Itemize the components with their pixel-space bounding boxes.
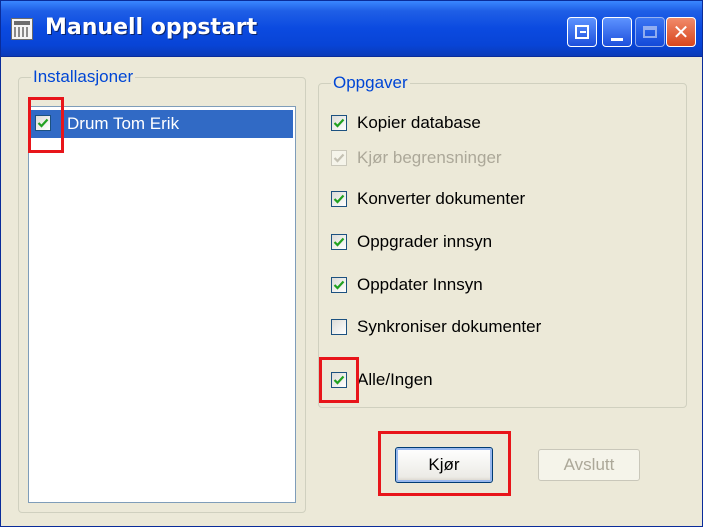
highlight-alle-ingen-checkbox <box>319 357 359 403</box>
list-item[interactable]: Drum Tom Erik <box>31 110 293 138</box>
kjor-begrensninger-checkbox <box>331 150 347 166</box>
kopier-database-label: Kopier database <box>357 113 481 132</box>
alle-ingen-label: Alle/Ingen <box>357 370 433 389</box>
task-oppgrader-innsyn[interactable]: Oppgrader innsyn <box>331 230 631 254</box>
minimize-icon <box>611 37 623 41</box>
help-button[interactable] <box>567 17 597 47</box>
konverter-dokumenter-label: Konverter dokumenter <box>357 189 526 208</box>
title-bar[interactable]: Manuell oppstart ✕ <box>1 1 702 57</box>
installations-listbox[interactable]: Drum Tom Erik <box>28 106 296 503</box>
installation-label: Drum Tom Erik <box>67 114 180 133</box>
maximize-icon <box>643 26 657 38</box>
window-title: Manuell oppstart <box>45 15 258 40</box>
oppdater-innsyn-label: Oppdater Innsyn <box>357 275 483 294</box>
kopier-database-checkbox[interactable] <box>331 115 347 131</box>
highlight-run-button <box>378 431 511 496</box>
checkmark-icon <box>333 194 345 204</box>
exit-button: Avslutt <box>538 449 640 481</box>
tasks-legend: Oppgaver <box>331 73 410 93</box>
task-oppdater-innsyn[interactable]: Oppdater Innsyn <box>331 273 631 297</box>
synkroniser-dokumenter-label: Synkroniser dokumenter <box>357 317 542 336</box>
task-kopier-database[interactable]: Kopier database <box>331 111 631 135</box>
synkroniser-dokumenter-checkbox[interactable] <box>331 319 347 335</box>
checkmark-icon <box>333 118 345 128</box>
close-icon: ✕ <box>672 20 690 44</box>
close-button[interactable]: ✕ <box>666 17 696 47</box>
help-icon <box>575 25 589 39</box>
konverter-dokumenter-checkbox[interactable] <box>331 191 347 207</box>
minimize-button[interactable] <box>602 17 632 47</box>
checkmark-icon <box>333 153 345 163</box>
oppgrader-innsyn-checkbox[interactable] <box>331 234 347 250</box>
maximize-button <box>635 17 665 47</box>
task-alle-ingen[interactable]: Alle/Ingen <box>331 368 631 392</box>
oppgrader-innsyn-label: Oppgrader innsyn <box>357 232 493 251</box>
task-synkroniser-dokumenter[interactable]: Synkroniser dokumenter <box>331 315 631 339</box>
app-icon <box>11 18 33 40</box>
task-konverter-dokumenter[interactable]: Konverter dokumenter <box>331 187 631 211</box>
checkmark-icon <box>333 237 345 247</box>
installations-legend: Installasjoner <box>31 67 136 87</box>
checkmark-icon <box>333 280 345 290</box>
oppdater-innsyn-checkbox[interactable] <box>331 277 347 293</box>
kjor-begrensninger-label: Kjør begrensninger <box>357 148 502 167</box>
highlight-installation-checkbox <box>28 97 64 153</box>
task-kjor-begrensninger: Kjør begrensninger <box>331 146 631 170</box>
dialog-window: Manuell oppstart ✕ Installasjoner Drum T… <box>0 0 703 527</box>
